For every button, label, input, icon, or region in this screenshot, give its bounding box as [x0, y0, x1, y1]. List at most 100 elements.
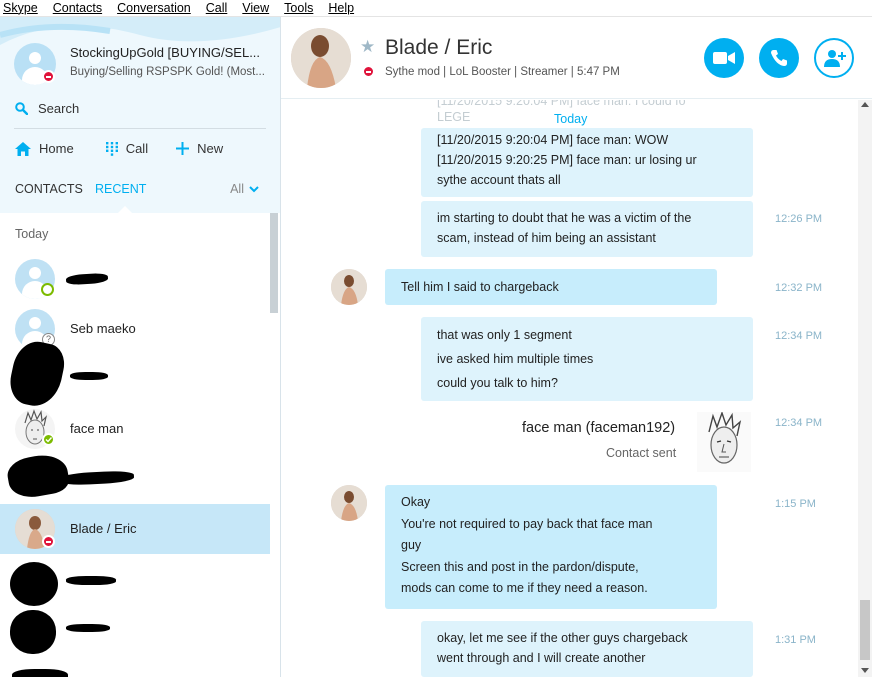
call-button[interactable]: Call	[105, 141, 149, 156]
conversation-title: Blade / Eric	[385, 36, 493, 59]
video-call-button[interactable]	[704, 38, 744, 78]
sender-avatar[interactable]	[331, 269, 367, 305]
message-line: that was only 1 segment	[437, 328, 572, 342]
chevron-down-icon	[249, 185, 259, 192]
message-time: 12:34 PM	[775, 417, 823, 429]
faded-history-line: LEGE	[437, 110, 471, 124]
recent-contact[interactable]: face man	[0, 404, 270, 454]
contact-status-dnd-icon	[362, 65, 375, 78]
menu-contacts[interactable]: Contacts	[53, 1, 102, 15]
menu-help[interactable]: Help	[328, 1, 354, 15]
message-line: sythe account thats all	[437, 173, 561, 187]
menu-tools[interactable]: Tools	[284, 1, 313, 15]
add-person-icon	[824, 50, 846, 67]
home-button[interactable]: Home	[15, 141, 74, 156]
redaction-mark	[12, 669, 68, 677]
message-line: went through and I will create another	[437, 651, 646, 665]
home-label: Home	[39, 141, 74, 156]
redaction-mark	[70, 372, 108, 380]
menu-bar: Skype Contacts Conversation Call View To…	[0, 0, 872, 17]
video-camera-icon	[713, 52, 735, 64]
message-line: You're not required to pay back that fac…	[401, 517, 653, 531]
my-status-dnd-icon	[42, 70, 55, 83]
section-header-today: Today	[15, 227, 49, 241]
message-time: 1:31 PM	[775, 634, 816, 646]
status-dnd-icon	[42, 535, 55, 548]
tab-contacts[interactable]: CONTACTS	[15, 182, 83, 196]
call-label: Call	[125, 141, 149, 156]
recent-list: Today ? Seb maeko face man Blade / Eric	[0, 213, 280, 677]
message-line: [11/20/2015 9:20:25 PM] face man: ur los…	[437, 153, 697, 167]
status-away-icon	[41, 283, 54, 296]
recent-contact[interactable]	[0, 554, 270, 606]
recent-contact[interactable]	[0, 337, 270, 411]
scroll-down-icon[interactable]	[861, 668, 869, 673]
message-line: [11/20/2015 9:20:04 PM] face man: WOW	[437, 133, 669, 147]
message-time: 1:15 PM	[775, 498, 816, 510]
recent-contact-selected[interactable]: Blade / Eric	[0, 504, 270, 554]
chat-scrollbar[interactable]	[858, 100, 872, 677]
audio-call-button[interactable]	[759, 38, 799, 78]
message-bubble[interactable]: im starting to doubt that he was a victi…	[421, 201, 753, 257]
menu-skype[interactable]: Skype	[3, 1, 38, 15]
message-bubble[interactable]: [11/20/2015 9:20:04 PM] face man: WOW [1…	[421, 128, 753, 197]
phone-icon	[771, 50, 787, 66]
filter-dropdown[interactable]: All	[230, 182, 259, 196]
conversation-pane: ★ Blade / Eric Sythe mod | LoL Booster |…	[281, 17, 872, 677]
contact-card-subtitle: Contact sent	[606, 446, 677, 460]
scroll-thumb[interactable]	[860, 600, 870, 660]
menu-view[interactable]: View	[242, 1, 269, 15]
status-online-icon	[42, 433, 55, 446]
message-time: 12:32 PM	[775, 282, 823, 294]
contact-name: Seb maeko	[70, 321, 136, 336]
message-bubble[interactable]: Okay You're not required to pay back tha…	[385, 485, 717, 609]
sidebar-tabs: CONTACTS RECENT All	[15, 182, 265, 213]
add-participant-button[interactable]	[814, 38, 854, 78]
menu-conversation[interactable]: Conversation	[117, 1, 191, 15]
favorite-star-icon[interactable]: ★	[360, 37, 375, 57]
redaction-mark	[65, 272, 109, 286]
home-icon	[15, 141, 31, 156]
sender-avatar[interactable]	[331, 485, 367, 521]
sidebar-divider	[14, 128, 266, 129]
sidebar-scrollbar[interactable]	[270, 213, 278, 313]
redaction-mark	[10, 610, 56, 654]
message-line: mods can come to me if they need a reaso…	[401, 581, 648, 595]
contact-mood: Sythe mod | LoL Booster | Streamer | 5:4…	[385, 66, 620, 78]
contact-avatar[interactable]	[291, 28, 351, 88]
message-history: [11/20/2015 9:20:04 PM] face man: I coul…	[281, 100, 858, 677]
recent-contact[interactable]	[0, 451, 270, 504]
new-label: New	[197, 141, 224, 156]
new-button[interactable]: New	[176, 141, 223, 156]
search-button[interactable]: Search	[15, 101, 79, 116]
filter-label: All	[230, 182, 244, 196]
sidebar: StockingUpGold [BUYING/SEL... Buying/Sel…	[0, 17, 281, 677]
conversation-header: ★ Blade / Eric Sythe mod | LoL Booster |…	[281, 17, 872, 99]
message-time: 12:26 PM	[775, 213, 823, 225]
message-line: could you talk to him?	[437, 376, 558, 390]
recent-contact[interactable]	[0, 254, 270, 304]
recent-contact[interactable]	[0, 604, 270, 654]
redaction-mark	[66, 624, 110, 632]
search-label: Search	[38, 101, 80, 116]
message-line: Tell him I said to chargeback	[401, 280, 559, 294]
contact-card-avatar[interactable]	[697, 410, 751, 472]
message-line: okay, let me see if the other guys charg…	[437, 631, 688, 645]
message-bubble[interactable]: Tell him I said to chargeback	[385, 269, 717, 305]
redaction-mark	[10, 562, 58, 606]
faded-history-line: [11/20/2015 9:20:04 PM] face man: I coul…	[437, 100, 686, 108]
scroll-up-icon[interactable]	[861, 102, 869, 107]
redaction-mark	[59, 470, 135, 486]
tab-recent[interactable]: RECENT	[95, 182, 146, 196]
redaction-mark	[66, 576, 116, 585]
message-line: Screen this and post in the pardon/dispu…	[401, 560, 639, 574]
menu-call[interactable]: Call	[206, 1, 228, 15]
my-display-name[interactable]: StockingUpGold [BUYING/SEL...	[70, 45, 260, 60]
message-bubble[interactable]: okay, let me see if the other guys charg…	[421, 621, 753, 677]
message-bubble[interactable]: that was only 1 segment ive asked him mu…	[421, 317, 753, 401]
contact-card-name[interactable]: face man (faceman192)	[522, 420, 675, 436]
my-mood-message[interactable]: Buying/Selling RSPSPK Gold! (Most...	[70, 66, 265, 78]
active-tab-indicator	[118, 206, 132, 213]
dialpad-icon	[105, 141, 118, 156]
message-line: ive asked him multiple times	[437, 352, 594, 366]
